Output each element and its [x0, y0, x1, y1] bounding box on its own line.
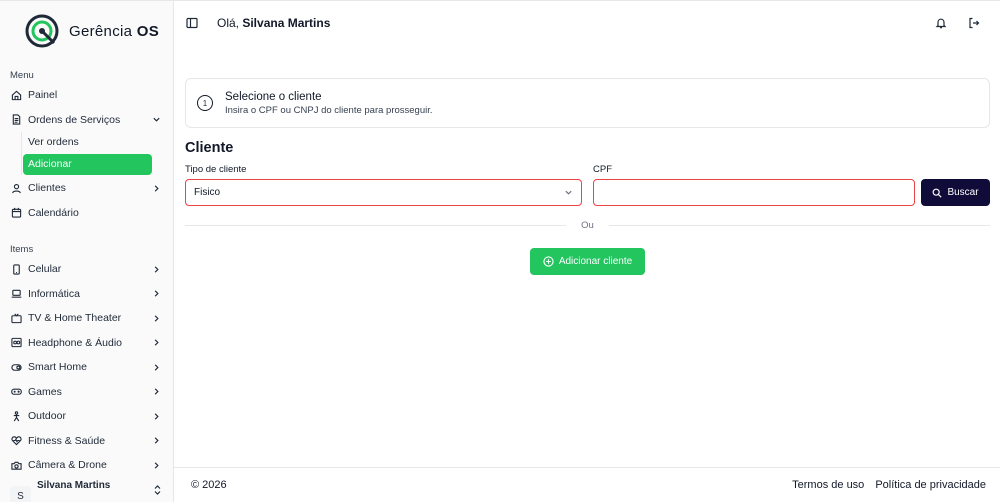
client-type-select[interactable]: Fisico	[185, 179, 582, 206]
or-divider-text: Ou	[581, 220, 594, 231]
tv-icon	[10, 312, 22, 324]
privacy-link[interactable]: Política de privacidade	[875, 479, 986, 491]
calendar-icon	[10, 207, 22, 219]
chevron-right-icon	[152, 436, 161, 445]
greeting-user-name: Silvana Martins	[242, 16, 331, 30]
sidebar-item-games[interactable]: Games	[0, 380, 173, 405]
chevron-right-icon	[152, 338, 161, 347]
sidebar-item-fitness-saude[interactable]: Fitness & Saúde	[0, 429, 173, 454]
chevron-down-icon	[152, 115, 161, 124]
menu-section-label: Menu	[10, 70, 34, 81]
client-type-label: Tipo de cliente	[185, 164, 247, 175]
headphone-icon	[10, 337, 22, 349]
sidebar-item-smart-home[interactable]: Smart Home	[0, 355, 173, 380]
page-content: 1 Selecione o cliente Insira o CPF ou CN…	[174, 78, 1000, 275]
sidebar-item-headphone-audio[interactable]: Headphone & Áudio	[0, 331, 173, 356]
sidebar-item-celular[interactable]: Celular	[0, 257, 173, 282]
topbar: Olá, Silvana Martins	[174, 1, 1000, 45]
home-icon	[10, 89, 22, 101]
chevron-right-icon	[152, 265, 161, 274]
chevron-right-icon	[152, 184, 161, 193]
plus-circle-icon	[543, 256, 554, 267]
gear-logo-icon	[25, 14, 59, 48]
sidebar-item-informatica[interactable]: Informática	[0, 282, 173, 307]
step-card: 1 Selecione o cliente Insira o CPF ou CN…	[185, 78, 990, 128]
search-button[interactable]: Buscar	[921, 179, 990, 206]
main-area: Olá, Silvana Martins 1 Selecione o clien…	[174, 1, 1000, 502]
copyright: © 2026	[191, 479, 227, 491]
step-description: Insira o CPF ou CNPJ do cliente para pro…	[225, 104, 433, 116]
chevrons-up-down-icon	[154, 485, 161, 495]
client-search-form: Tipo de cliente Fisico CPF Buscar	[185, 164, 990, 206]
sidebar-item-ordens-de-servicos[interactable]: Ordens de Serviços	[0, 108, 173, 133]
phone-icon	[10, 263, 22, 275]
greeting: Olá, Silvana Martins	[217, 16, 331, 30]
step-number-badge: 1	[197, 95, 213, 111]
client-type-group: Tipo de cliente Fisico	[185, 164, 582, 206]
terms-link[interactable]: Termos de uso	[792, 479, 864, 491]
chevron-right-icon	[152, 412, 161, 421]
sidebar-user-name: Silvana Martins	[37, 480, 111, 491]
gamepad-icon	[10, 386, 22, 398]
chevron-right-icon	[152, 289, 161, 298]
bell-icon[interactable]	[935, 17, 947, 29]
sidebar-item-tv-home-theater[interactable]: TV & Home Theater	[0, 306, 173, 331]
or-divider: Ou	[185, 220, 990, 231]
app-root: Gerência OS Menu Painel Ordens de Serviç…	[0, 0, 1000, 502]
search-icon	[933, 188, 943, 198]
sidebar-subitem-ver-ordens[interactable]: Ver ordens	[23, 132, 152, 153]
sidebar-item-calendario[interactable]: Calendário	[0, 201, 173, 226]
cpf-label: CPF	[593, 164, 612, 175]
sidebar-item-camera-drone[interactable]: Câmera & Drone	[0, 453, 173, 478]
chevron-right-icon	[152, 387, 161, 396]
logout-icon[interactable]	[968, 17, 980, 29]
camera-icon	[10, 459, 22, 471]
sidebar-item-painel[interactable]: Painel	[0, 83, 173, 108]
outdoor-icon	[10, 410, 22, 422]
user-icon	[10, 182, 22, 194]
add-client-button[interactable]: Adicionar cliente	[530, 248, 645, 275]
cpf-input[interactable]	[593, 179, 915, 206]
chevron-right-icon	[152, 363, 161, 372]
chevron-right-icon	[152, 314, 161, 323]
avatar: S	[10, 486, 31, 502]
client-type-value: Fisico	[194, 187, 221, 198]
step-title: Selecione o cliente	[225, 90, 322, 103]
brand-logo[interactable]: Gerência OS	[0, 1, 173, 61]
sidebar-item-clientes[interactable]: Clientes	[0, 176, 173, 201]
brand-name: Gerência OS	[69, 22, 160, 40]
chevron-right-icon	[152, 461, 161, 470]
heart-pulse-icon	[10, 435, 22, 447]
chevron-down-icon	[565, 190, 572, 195]
items-section-label: Items	[10, 244, 34, 255]
cpf-group: CPF	[593, 164, 915, 206]
smart-home-icon	[10, 361, 22, 373]
section-heading: Cliente	[185, 140, 234, 156]
sidebar-item-outdoor[interactable]: Outdoor	[0, 404, 173, 429]
document-icon	[10, 114, 22, 126]
sidebar-user-menu[interactable]: S Silvana Martins	[0, 480, 173, 502]
sidebar-subitem-adicionar[interactable]: Adicionar	[23, 154, 152, 175]
footer: © 2026 Termos de uso Política de privaci…	[174, 467, 1000, 502]
ordens-submenu: Ver ordens Adicionar	[21, 132, 173, 175]
sidebar-toggle-icon[interactable]	[186, 17, 198, 29]
laptop-icon	[10, 288, 22, 300]
sidebar: Gerência OS Menu Painel Ordens de Serviç…	[0, 1, 174, 502]
